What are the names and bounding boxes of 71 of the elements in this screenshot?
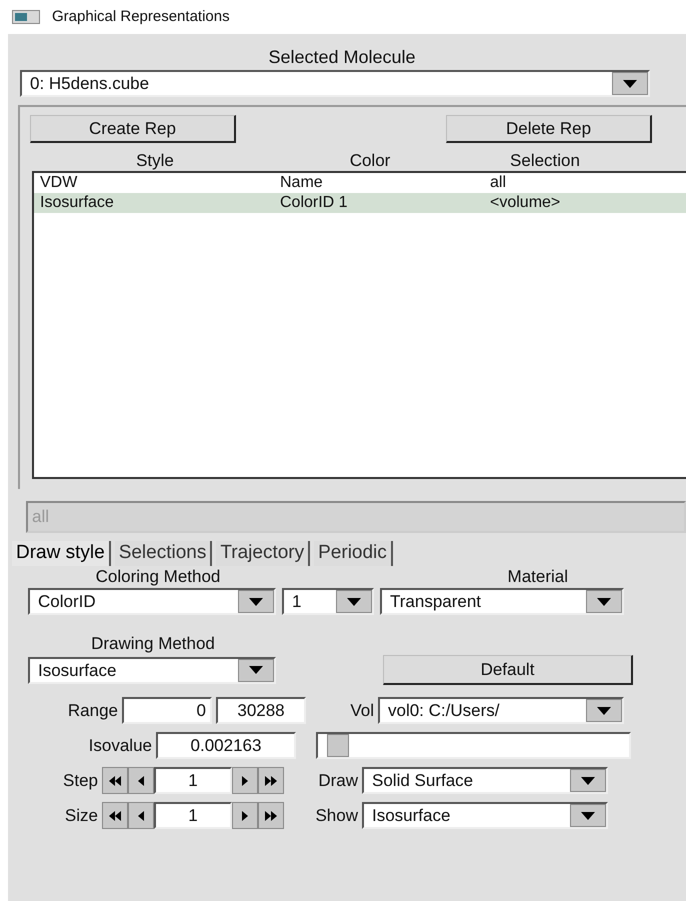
window-icon [12,10,40,24]
row-cell-text: Name [279,173,324,193]
dropdown-arrow-button[interactable] [238,590,274,613]
range-min-field[interactable]: 0 [122,697,212,724]
show-dropdown[interactable]: Isosurface [362,802,608,829]
dropdown-arrow-button[interactable] [336,590,372,613]
range-max-field[interactable]: 30288 [216,697,306,724]
column-header: Selection [509,151,581,171]
row-cell-text: ColorID 1 [279,193,349,213]
caret-icon [249,666,263,674]
double-right-arrow-button[interactable] [258,802,284,829]
size-label: Size [64,804,98,827]
material-dropdown[interactable]: Transparent [380,588,624,615]
slider-thumb[interactable] [326,734,349,757]
dropdown-arrow-button[interactable] [570,769,606,792]
row-cell-text: all [489,173,508,193]
coloring-method-label: Coloring Method [94,568,222,586]
step-value-field[interactable]: 1 [154,767,232,794]
drawing-method-dropdown[interactable]: Isosurface [28,656,276,684]
tab[interactable]: Selections [114,541,212,566]
isovalue-label: Isovalue [88,734,152,757]
show-label: Show [314,804,358,827]
left-arrow-button[interactable] [128,802,154,829]
caret-icon [597,598,611,606]
color-id-dropdown[interactable]: 1 [282,588,374,615]
material-label: Material [506,568,569,586]
step-label: Step [62,770,98,792]
row-cell-text: VDW [39,173,78,193]
create-rep-button[interactable]: Create Rep [30,115,236,143]
default-button[interactable]: Default [383,655,633,685]
dropdown-arrow-button[interactable] [570,804,606,827]
delete-rep-button[interactable]: Delete Rep [446,115,652,143]
tab[interactable]: Periodic [314,541,393,566]
row-cell-text: <volume> [489,193,562,213]
list-row[interactable]: Isosurface ColorID 1 <volume> [34,193,686,213]
column-header: Color [348,151,392,171]
dropdown-arrow-button[interactable] [586,699,622,722]
drawing-method-label: Drawing Method [90,635,216,653]
coloring-method-dropdown[interactable]: ColorID [28,588,276,615]
left-arrow-button[interactable] [128,767,154,794]
double-left-arrow-button[interactable] [102,802,128,829]
double-right-arrow-button[interactable] [258,767,284,794]
row-cell-text: Isosurface [39,193,115,213]
representation-list[interactable]: VDW Name all Isosurface ColorID 1 <volume> [32,171,686,479]
vol-label: Vol [349,700,374,722]
isovalue-slider[interactable] [316,732,631,759]
dropdown-arrow-button[interactable] [238,658,274,682]
caret-icon [581,776,595,784]
caret-icon [597,706,611,714]
caret-icon [347,598,361,606]
column-header: Style [135,151,175,171]
step-value-field[interactable]: 1 [154,802,232,829]
tab[interactable]: Trajectory [216,541,310,566]
list-row[interactable]: VDW Name all [34,173,686,193]
caret-icon [581,812,595,820]
double-left-arrow-button[interactable] [102,767,128,794]
caret-icon [623,80,637,88]
dropdown-arrow-button[interactable] [612,72,648,95]
molecule-dropdown[interactable]: 0: H5dens.cube [20,70,650,97]
volume-dropdown[interactable]: vol0: C:/Users/ [378,697,624,724]
caret-icon [249,598,263,606]
range-label: Range [66,700,118,722]
right-arrow-button[interactable] [232,802,258,829]
tab[interactable]: Draw style [12,541,111,566]
window-title: Graphical Representations [52,6,230,27]
selected-molecule-label: Selected Molecule [267,46,417,68]
right-arrow-button[interactable] [232,767,258,794]
dropdown-arrow-button[interactable] [586,590,622,613]
draw-dropdown[interactable]: Solid Surface [362,767,608,794]
isovalue-field[interactable]: 0.002163 [156,732,296,759]
draw-label: Draw [317,770,358,792]
